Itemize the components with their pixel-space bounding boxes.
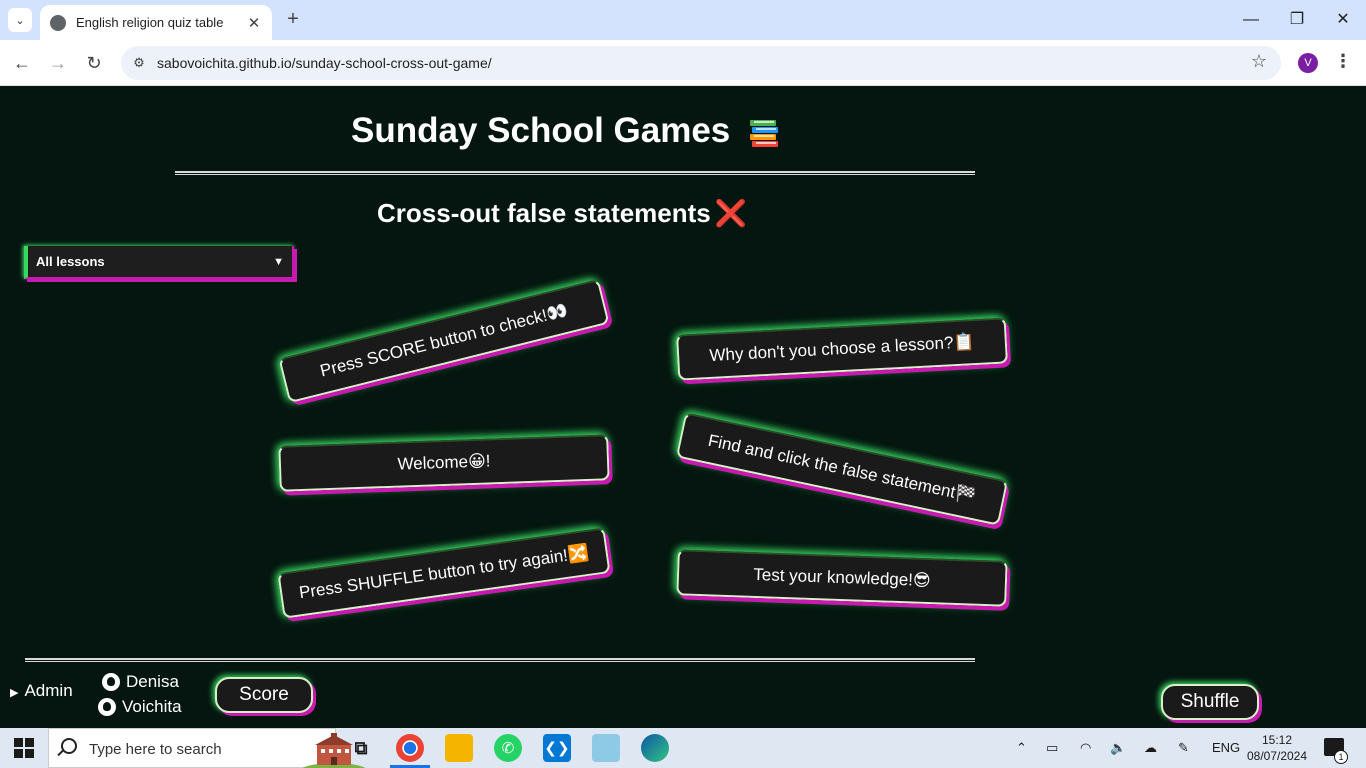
- minimize-icon[interactable]: —: [1228, 7, 1274, 33]
- browser-toolbar: ← → ↻ ⚙ sabovoichita.github.io/sunday-sc…: [0, 40, 1366, 86]
- chevron-down-icon[interactable]: ▼: [273, 256, 284, 268]
- section-heading-text: Cross-out false statements: [377, 198, 711, 228]
- back-icon[interactable]: ←: [8, 49, 36, 77]
- globe-icon: [50, 14, 66, 31]
- section-heading: Cross-out false statements ❌: [377, 198, 747, 229]
- battery-icon[interactable]: ▭: [1046, 740, 1058, 756]
- site-info-icon[interactable]: ⚙: [129, 53, 149, 73]
- page-title-text: Sunday School Games: [351, 111, 731, 150]
- close-window-icon[interactable]: ✕: [1320, 7, 1366, 33]
- statement-card[interactable]: Test your knowledge!😎: [676, 549, 1008, 607]
- wifi-icon[interactable]: ◠: [1080, 740, 1091, 756]
- triangle-right-icon[interactable]: ▶: [10, 687, 18, 699]
- statement-card[interactable]: Why don't you choose a lesson?📋: [676, 317, 1008, 381]
- url-text[interactable]: sabovoichita.github.io/sunday-school-cro…: [157, 55, 492, 71]
- app-icon[interactable]: [592, 734, 620, 762]
- shuffle-button[interactable]: Shuffle: [1161, 684, 1259, 720]
- browser-tab[interactable]: English religion quiz table ✕: [40, 5, 272, 40]
- github-icon: [102, 673, 120, 691]
- reload-icon[interactable]: ↻: [80, 49, 108, 77]
- task-view-icon[interactable]: ⧉: [347, 734, 375, 762]
- new-tab-icon[interactable]: +: [282, 8, 304, 30]
- search-icon: [61, 738, 77, 754]
- vscode-icon[interactable]: ❮❯: [543, 734, 571, 762]
- volume-icon[interactable]: 🔈: [1110, 740, 1126, 756]
- chevron-up-icon[interactable]: ⌃: [1016, 740, 1027, 756]
- taskbar-search[interactable]: Type here to search: [48, 728, 366, 768]
- restore-icon[interactable]: ❐: [1274, 7, 1320, 33]
- books-icon: [750, 119, 779, 147]
- cloud-icon[interactable]: ☁: [1144, 740, 1157, 756]
- language-indicator[interactable]: ENG: [1212, 740, 1240, 755]
- edge-icon[interactable]: [641, 734, 669, 762]
- page-content: Sunday School Games Cross-out false stat…: [0, 87, 1366, 728]
- forward-icon[interactable]: →: [44, 49, 72, 77]
- windows-start-icon[interactable]: [14, 738, 34, 758]
- whatsapp-icon[interactable]: ✆: [494, 734, 522, 762]
- statement-card[interactable]: Welcome😀!: [278, 434, 610, 492]
- credit-link-denisa[interactable]: Denisa: [102, 672, 179, 692]
- notification-count: 1: [1334, 750, 1348, 764]
- clock-date[interactable]: 08/07/2024: [1244, 748, 1310, 764]
- chrome-icon[interactable]: [396, 734, 424, 762]
- pen-icon[interactable]: ✎: [1178, 740, 1189, 756]
- credit-link-voichita[interactable]: Voichita: [98, 697, 182, 717]
- file-explorer-icon[interactable]: [445, 734, 473, 762]
- score-button[interactable]: Score: [215, 677, 313, 713]
- address-bar[interactable]: ⚙ sabovoichita.github.io/sunday-school-c…: [121, 46, 1281, 80]
- close-tab-icon[interactable]: ✕: [246, 14, 262, 32]
- bookmark-star-icon[interactable]: ☆: [1251, 51, 1267, 72]
- browser-tab-strip: ⌄ English religion quiz table ✕ + — ❐ ✕: [0, 0, 1366, 40]
- statement-card[interactable]: Find and click the false statement🏁: [675, 412, 1009, 526]
- taskbar-search-placeholder[interactable]: Type here to search: [89, 741, 222, 758]
- tab-title: English religion quiz table: [76, 15, 224, 30]
- github-icon: [98, 698, 116, 716]
- divider: [175, 171, 975, 175]
- taskbar: Type here to search ⧉ ✆ ❮❯ ⌃ ▭ ◠ 🔈 ☁ ✎ E…: [0, 728, 1366, 768]
- system-clock[interactable]: 15:12 08/07/2024: [1244, 732, 1310, 764]
- lesson-select-value[interactable]: All lessons: [36, 254, 273, 269]
- statement-card[interactable]: Press SCORE button to check!👀: [278, 278, 610, 404]
- tab-search-icon[interactable]: ⌄: [8, 8, 32, 32]
- cross-mark-icon: ❌: [714, 198, 748, 228]
- divider: [25, 658, 975, 662]
- admin-toggle[interactable]: ▶ Admin: [10, 681, 73, 701]
- profile-avatar[interactable]: V: [1298, 53, 1318, 73]
- clock-time[interactable]: 15:12: [1244, 732, 1310, 748]
- credit-name[interactable]: Denisa: [126, 672, 179, 692]
- lesson-select[interactable]: All lessons ▼: [24, 246, 294, 279]
- credit-name[interactable]: Voichita: [122, 697, 182, 717]
- admin-label[interactable]: Admin: [24, 681, 72, 700]
- statement-card[interactable]: Press SHUFFLE button to try again!🔀: [277, 527, 611, 619]
- page-title: Sunday School Games: [351, 111, 780, 151]
- more-menu-icon[interactable]: ⋮: [1334, 51, 1352, 72]
